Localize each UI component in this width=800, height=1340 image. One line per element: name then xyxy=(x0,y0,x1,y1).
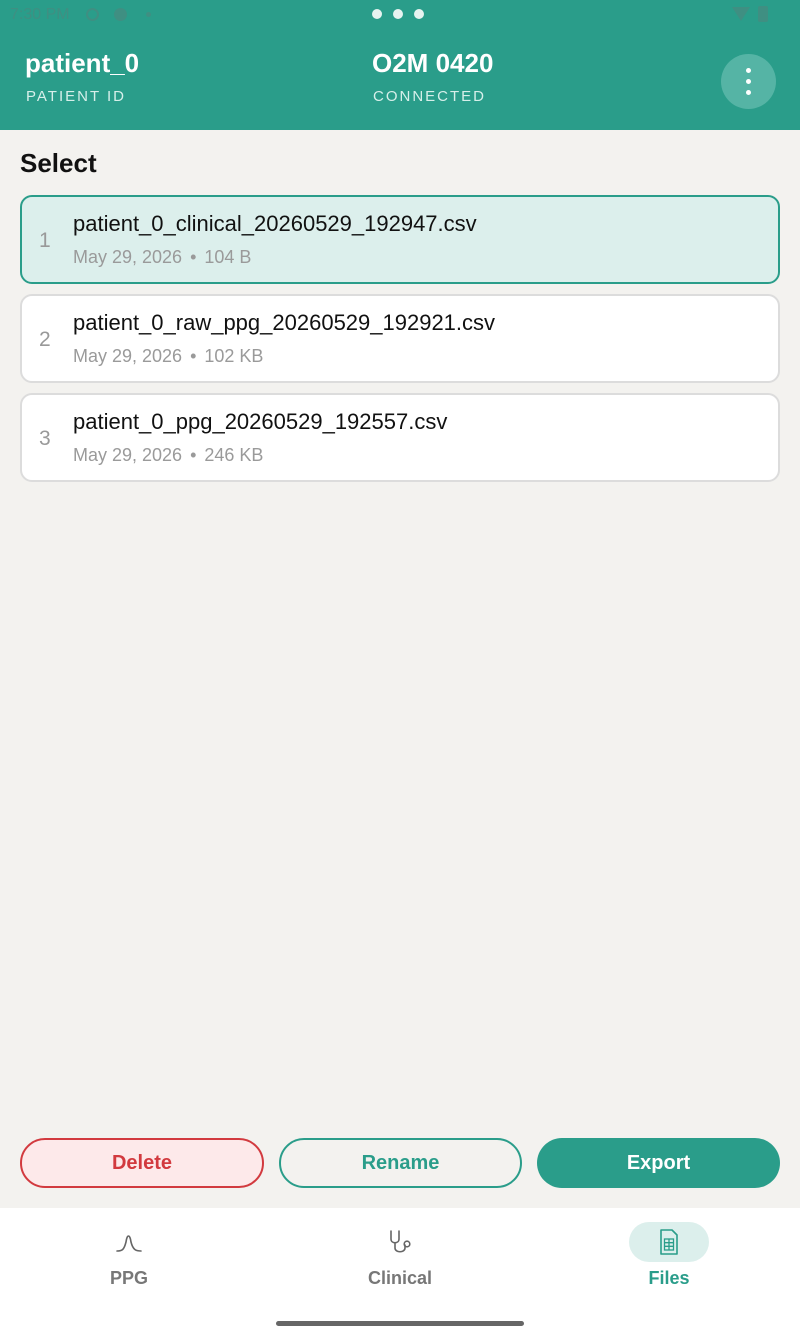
file-list-item[interactable]: 1 patient_0_clinical_20260529_192947.csv… xyxy=(20,195,780,284)
data-saver-icon xyxy=(114,8,127,21)
file-date: May 29, 2026 xyxy=(73,346,183,366)
file-list: 1 patient_0_clinical_20260529_192947.csv… xyxy=(20,195,780,492)
file-index: 1 xyxy=(39,229,51,252)
nav-label: Clinical xyxy=(367,1268,433,1288)
patient-id-label: PATIENT ID xyxy=(26,88,127,105)
app-header: 7:30 PM patient_0 PATIENT ID O2M 0420 CO… xyxy=(0,0,800,130)
file-list-item[interactable]: 2 patient_0_raw_ppg_20260529_192921.csv … xyxy=(20,294,780,383)
camera-indicator-dots xyxy=(372,9,424,19)
nav-item-files[interactable]: Files xyxy=(589,1222,749,1292)
delete-button[interactable]: Delete xyxy=(20,1138,264,1188)
battery-icon xyxy=(758,6,768,22)
more-vert-icon[interactable] xyxy=(721,54,776,109)
rename-button[interactable]: Rename xyxy=(279,1138,522,1188)
file-size: 246 KB xyxy=(204,445,264,465)
section-title: Select xyxy=(20,148,97,178)
export-button[interactable]: Export xyxy=(537,1138,780,1188)
file-name: patient_0_clinical_20260529_192947.csv xyxy=(73,211,477,236)
file-index: 3 xyxy=(39,427,51,450)
notification-dot-icon xyxy=(146,12,151,17)
alarm-icon xyxy=(86,8,99,21)
file-list-item[interactable]: 3 patient_0_ppg_20260529_192557.csv May … xyxy=(20,393,780,482)
status-bar: 7:30 PM xyxy=(0,0,800,30)
nav-label: Files xyxy=(648,1268,690,1288)
nav-label: PPG xyxy=(109,1268,148,1288)
separator-dot: • xyxy=(190,445,197,465)
patient-id-value: patient_0 xyxy=(25,48,140,78)
file-name: patient_0_ppg_20260529_192557.csv xyxy=(73,409,448,434)
device-name: O2M 0420 xyxy=(372,48,494,78)
file-name: patient_0_raw_ppg_20260529_192921.csv xyxy=(73,310,496,335)
wifi-icon xyxy=(732,7,750,21)
status-time: 7:30 PM xyxy=(10,6,70,23)
file-size: 102 KB xyxy=(204,346,264,366)
separator-dot: • xyxy=(190,346,197,366)
spreadsheet-file-icon xyxy=(660,1229,678,1255)
file-index: 2 xyxy=(39,328,51,351)
file-date: May 29, 2026 xyxy=(73,445,183,465)
file-date: May 29, 2026 xyxy=(73,247,183,267)
file-actions: Delete Rename Export xyxy=(20,1138,780,1188)
waveform-icon xyxy=(116,1235,142,1252)
nav-item-clinical[interactable]: Clinical xyxy=(320,1222,480,1292)
nav-item-ppg[interactable]: PPG xyxy=(49,1222,209,1292)
separator-dot: • xyxy=(190,247,197,267)
device-status: CONNECTED xyxy=(373,88,487,105)
file-size: 104 B xyxy=(204,247,252,267)
home-indicator[interactable] xyxy=(276,1321,524,1326)
stethoscope-icon xyxy=(390,1230,411,1253)
